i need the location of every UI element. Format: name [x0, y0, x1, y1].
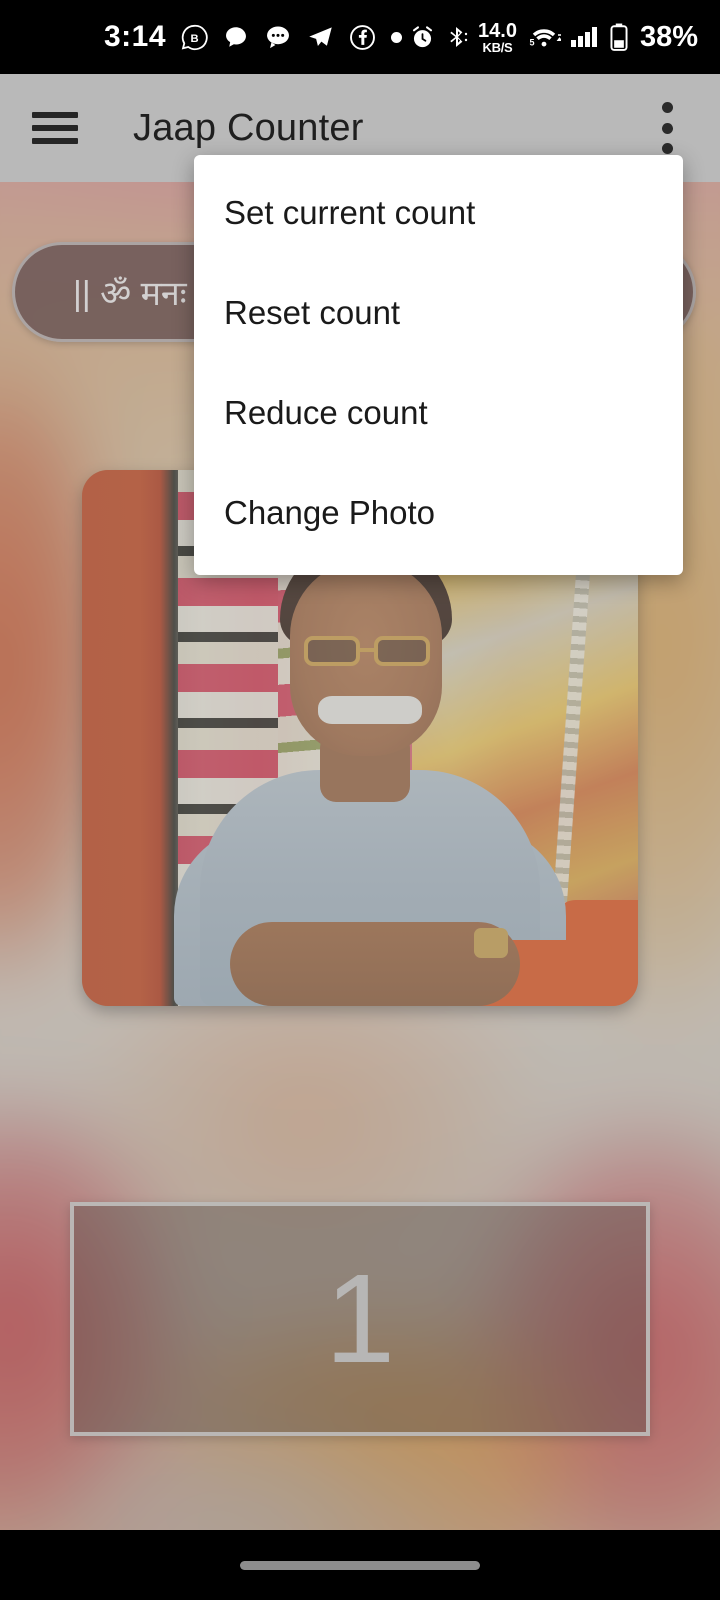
network-speed-indicator: 14.0 KB/S: [478, 21, 517, 54]
page-title: Jaap Counter: [133, 106, 364, 149]
wifi-icon: 5: [527, 24, 561, 51]
phone-screen: || ॐ मनः 1 Jaap Counter Set current coun…: [0, 0, 720, 1600]
signal-bars-icon: [570, 24, 600, 50]
counter-value: 1: [324, 1248, 396, 1389]
status-bar: 3:14 B 14.0 KB/S 5 38%: [0, 0, 720, 74]
menu-item-change-photo[interactable]: Change Photo: [194, 463, 683, 563]
menu-item-reduce-count[interactable]: Reduce count: [194, 363, 683, 463]
messages-icon: [264, 23, 292, 51]
overflow-dropdown-menu[interactable]: Set current count Reset count Reduce cou…: [194, 155, 683, 575]
svg-text:B: B: [190, 33, 198, 45]
mantra-text: || ॐ मनः: [73, 275, 187, 313]
dot-icon: [391, 31, 403, 43]
more-vertical-icon[interactable]: [644, 102, 690, 154]
home-indicator-pill[interactable]: [240, 1560, 480, 1570]
battery-icon: [609, 23, 629, 51]
network-speed-value: 14.0: [478, 19, 517, 42]
network-speed-unit: KB/S: [482, 39, 513, 55]
battery-percent-label: 38%: [639, 20, 698, 53]
menu-item-reset-count[interactable]: Reset count: [194, 263, 683, 363]
telegram-icon: [307, 24, 334, 51]
chat-bubble-icon: [223, 24, 249, 50]
bluetooth-icon: [445, 24, 469, 50]
system-navigation-bar: [0, 1530, 720, 1600]
facebook-icon: [349, 24, 376, 51]
svg-text:5: 5: [529, 37, 534, 47]
whatsapp-business-icon: B: [181, 24, 208, 51]
status-bar-clock: 3:14: [104, 20, 167, 53]
hamburger-menu-icon[interactable]: [32, 112, 78, 144]
counter-display[interactable]: 1: [70, 1202, 650, 1436]
menu-item-set-current-count[interactable]: Set current count: [194, 163, 683, 263]
alarm-clock-icon: [409, 24, 436, 51]
